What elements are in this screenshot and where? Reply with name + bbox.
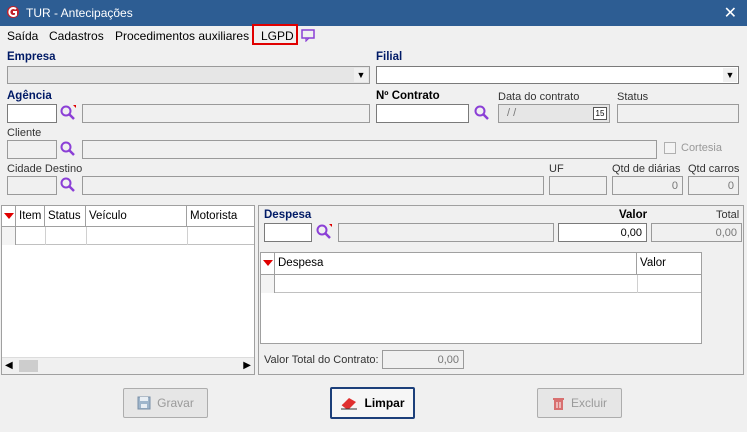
eraser-icon xyxy=(341,398,358,410)
cliente-code-input[interactable] xyxy=(7,140,57,159)
vehicle-grid-header: Item Status Veículo Motorista xyxy=(2,206,254,227)
contrato-input[interactable] xyxy=(376,104,469,123)
cidade-name-field xyxy=(82,176,544,195)
agencia-name-field xyxy=(82,104,370,123)
agencia-label: Agência xyxy=(7,90,52,102)
col-motorista[interactable]: Motorista xyxy=(187,206,254,226)
cidade-label: Cidade Destino xyxy=(7,163,83,175)
scroll-right-icon[interactable]: ▶ xyxy=(243,360,251,371)
window-title: TUR - Antecipações xyxy=(26,6,133,20)
uf-label: UF xyxy=(549,163,564,175)
qtd-diarias-field: 0 xyxy=(612,176,683,195)
despesa-name-field xyxy=(338,223,554,242)
menu-bar: Saída Cadastros Procedimentos auxiliares… xyxy=(0,26,747,46)
table-row[interactable] xyxy=(2,227,254,245)
cortesia-label: Cortesia xyxy=(681,142,722,154)
save-icon xyxy=(137,396,151,410)
menu-item-procedimentos[interactable]: Procedimentos auxiliares xyxy=(115,29,249,43)
calendar-icon[interactable]: 15 xyxy=(593,107,607,120)
col-item[interactable]: Item xyxy=(16,206,45,226)
qtd-diarias-label: Qtd de diárias xyxy=(612,163,681,175)
chevron-down-icon[interactable]: ▼ xyxy=(723,68,737,82)
menu-item-saida[interactable]: Saída xyxy=(7,29,38,43)
scroll-left-icon[interactable]: ◀ xyxy=(5,360,13,371)
valor-label: Valor xyxy=(619,209,648,221)
scroll-thumb[interactable] xyxy=(19,360,38,372)
agencia-code-input[interactable] xyxy=(7,104,57,123)
sort-arrow-icon xyxy=(263,260,273,266)
search-icon[interactable] xyxy=(60,177,76,193)
data-contrato-input[interactable]: / / 15 xyxy=(498,104,610,123)
total-field: 0,00 xyxy=(651,223,742,242)
chat-icon[interactable] xyxy=(301,29,315,42)
col-status[interactable]: Status xyxy=(45,206,86,226)
excluir-button[interactable]: Excluir xyxy=(537,388,622,418)
limpar-button[interactable]: Limpar xyxy=(330,387,415,419)
app-logo-icon xyxy=(7,6,19,18)
gravar-button[interactable]: Gravar xyxy=(123,388,208,418)
qtd-carros-field: 0 xyxy=(688,176,739,195)
search-icon[interactable] xyxy=(60,141,76,157)
sort-arrow-icon xyxy=(4,213,14,219)
horizontal-scrollbar[interactable]: ◀ ▶ xyxy=(2,357,254,374)
filial-label: Filial xyxy=(376,51,403,63)
col-despesa[interactable]: Despesa xyxy=(275,253,637,274)
qtd-carros-label: Qtd carros xyxy=(688,163,740,175)
chevron-down-icon[interactable]: ▼ xyxy=(354,68,368,82)
close-icon[interactable]: ✕ xyxy=(724,3,737,23)
table-row[interactable] xyxy=(261,275,701,293)
col-veiculo[interactable]: Veículo xyxy=(86,206,187,226)
lgpd-highlight xyxy=(252,24,298,45)
despesa-panel: Despesa Valor Total 0,00 0,00 Despesa Va… xyxy=(258,205,744,375)
search-icon[interactable] xyxy=(60,105,76,121)
cidade-code-input[interactable] xyxy=(7,176,57,195)
search-icon[interactable] xyxy=(474,105,490,121)
despesa-grid-header: Despesa Valor xyxy=(261,253,701,275)
title-bar: TUR - Antecipações ✕ xyxy=(0,0,747,26)
contrato-label: Nº Contrato xyxy=(376,90,440,102)
cliente-label: Cliente xyxy=(7,127,42,139)
filial-select[interactable]: ▼ xyxy=(376,66,739,84)
valor-total-label: Valor Total do Contrato: xyxy=(264,354,379,366)
total-label: Total xyxy=(716,209,740,221)
search-icon[interactable] xyxy=(316,224,332,240)
despesa-code-input[interactable] xyxy=(264,223,312,242)
empresa-select[interactable]: ▼ xyxy=(7,66,370,84)
row-indicator-col xyxy=(2,206,16,226)
despesa-label: Despesa xyxy=(264,209,312,221)
vehicle-grid[interactable]: Item Status Veículo Motorista ◀ ▶ xyxy=(1,205,255,375)
valor-total-field: 0,00 xyxy=(382,350,464,369)
cortesia-checkbox[interactable] xyxy=(664,142,676,154)
status-field xyxy=(617,104,739,123)
cliente-name-field xyxy=(82,140,657,159)
menu-item-cadastros[interactable]: Cadastros xyxy=(49,29,104,43)
data-contrato-label: Data do contrato xyxy=(498,91,580,103)
col-valor[interactable]: Valor xyxy=(637,253,701,274)
status-label: Status xyxy=(617,91,649,103)
empresa-label: Empresa xyxy=(7,51,56,63)
data-contrato-value: / / xyxy=(507,107,517,119)
uf-field xyxy=(549,176,607,195)
valor-input[interactable]: 0,00 xyxy=(558,223,647,242)
trash-icon xyxy=(552,398,564,410)
despesa-grid[interactable]: Despesa Valor xyxy=(260,252,702,344)
